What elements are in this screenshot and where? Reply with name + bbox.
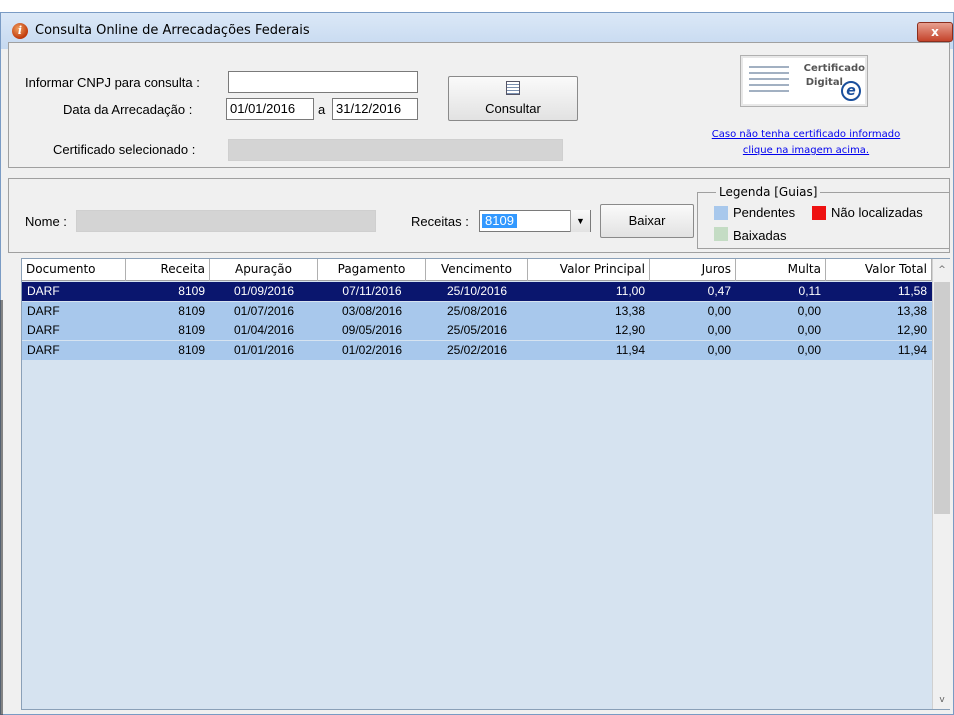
consultar-label: Consultar: [485, 101, 541, 116]
cell-valor-total: 13,38: [896, 303, 927, 318]
col-pagamento[interactable]: Pagamento: [318, 259, 426, 281]
info-icon: i: [12, 23, 28, 39]
col-documento[interactable]: Documento: [22, 259, 126, 281]
close-button[interactable]: x: [917, 22, 953, 42]
a-label: a: [318, 102, 326, 117]
cell-valor-principal: 12,90: [614, 323, 645, 337]
cell-juros: 0,00: [707, 303, 731, 318]
window-left-edge: [0, 300, 3, 715]
cell-juros: 0,47: [707, 284, 731, 298]
link-line2: clique na imagem acima.: [742, 145, 870, 156]
cell-vencimento: 25/10/2016: [446, 284, 508, 298]
link-line1: Caso não tenha certificado informado: [711, 129, 901, 140]
cell-pagamento: 07/11/2016: [342, 284, 402, 298]
cell-apuracao: 01/07/2016: [233, 303, 295, 318]
cell-valor-principal: 11,94: [615, 342, 645, 357]
legend-baixadas: Baixadas: [733, 228, 787, 243]
receitas-value: 8109: [482, 214, 517, 228]
data-fim-input[interactable]: 31/12/2016: [332, 98, 418, 120]
col-valor-total[interactable]: Valor Total: [826, 259, 932, 281]
cell-multa: 0,00: [797, 303, 821, 318]
legend-swatch-pendentes: [714, 206, 728, 220]
col-receita[interactable]: Receita: [126, 259, 210, 281]
col-vencimento[interactable]: Vencimento: [426, 259, 528, 281]
table-row[interactable]: DARF 8109 01/01/2016 01/02/2016 25/02/2016 11…: [22, 340, 932, 360]
receitas-select[interactable]: 8109 ▼: [479, 210, 591, 232]
legend-swatch-baixadas: [714, 227, 728, 241]
cell-pagamento: 01/02/2016: [341, 342, 403, 357]
cell-apuracao: 01/01/2016: [233, 342, 295, 357]
cell-apuracao: 01/04/2016: [233, 323, 295, 337]
cell-receita: 8109: [178, 303, 205, 318]
cell-valor-principal: 11,00: [615, 284, 645, 298]
cell-multa: 0,11: [798, 284, 821, 298]
cell-valor-total: 11,58: [897, 284, 927, 298]
cnpj-label: Informar CNPJ para consulta :: [25, 75, 200, 90]
certificado-label: Certificado selecionado :: [53, 142, 196, 157]
nome-label: Nome :: [25, 214, 67, 229]
cell-juros: 0,00: [707, 342, 731, 357]
col-juros[interactable]: Juros: [650, 259, 736, 281]
receitas-label: Receitas :: [411, 214, 469, 229]
cell-documento: DARF: [27, 342, 60, 357]
cell-valor-total: 11,94: [897, 342, 927, 357]
certificate-line1: Certificado: [803, 63, 865, 74]
cell-vencimento: 25/05/2016: [446, 323, 508, 337]
consultar-button[interactable]: Consultar: [448, 76, 578, 121]
chevron-down-icon[interactable]: ▼: [570, 210, 590, 232]
results-grid: Documento Receita Apuração Pagamento Ven…: [21, 258, 950, 710]
baixar-button[interactable]: Baixar: [600, 204, 694, 238]
cell-documento: DARF: [27, 303, 60, 318]
cell-receita: 8109: [178, 284, 205, 298]
scrollbar-thumb[interactable]: [934, 282, 950, 514]
col-multa[interactable]: Multa: [736, 259, 826, 281]
cell-apuracao: 01/09/2016: [233, 284, 295, 298]
certificate-lines-icon: [749, 66, 789, 96]
certificado-value: [228, 139, 563, 161]
cell-multa: 0,00: [797, 342, 821, 357]
col-valor-principal[interactable]: Valor Principal: [528, 259, 650, 281]
e-logo-icon: e: [841, 81, 861, 101]
legend-swatch-nao-localizadas: [812, 206, 826, 220]
certificado-help-link[interactable]: Caso não tenha certificado informado cli…: [688, 127, 924, 159]
vertical-scrollbar[interactable]: ^ v: [932, 259, 950, 709]
cell-receita: 8109: [178, 342, 205, 357]
cell-pagamento: 09/05/2016: [341, 323, 403, 337]
cell-juros: 0,00: [707, 323, 731, 337]
cnpj-input[interactable]: [228, 71, 418, 93]
nome-select[interactable]: [76, 210, 376, 232]
scroll-up-icon[interactable]: ^: [933, 261, 951, 279]
table-row[interactable]: DARF 8109 01/04/2016 09/05/2016 25/05/2016 12…: [22, 321, 932, 340]
cell-multa: 0,00: [797, 323, 821, 337]
cell-pagamento: 03/08/2016: [341, 303, 403, 318]
search-list-icon: [506, 81, 520, 95]
cell-vencimento: 25/08/2016: [446, 303, 508, 318]
col-apuracao[interactable]: Apuração: [210, 259, 318, 281]
table-row[interactable]: DARF 8109 01/09/2016 07/11/2016 25/10/2016 11…: [22, 282, 932, 301]
cell-receita: 8109: [178, 323, 205, 337]
data-arrecadacao-label: Data da Arrecadação :: [63, 102, 193, 117]
cell-valor-total: 12,90: [896, 323, 927, 337]
cell-valor-principal: 13,38: [614, 303, 645, 318]
cell-documento: DARF: [27, 284, 60, 298]
table-row[interactable]: DARF 8109 01/07/2016 03/08/2016 25/08/2016 13…: [22, 301, 932, 321]
data-inicio-input[interactable]: 01/01/2016: [226, 98, 314, 120]
certificado-digital-image[interactable]: Certificado Digital e: [740, 55, 868, 107]
scroll-down-icon[interactable]: v: [933, 691, 951, 709]
grid-header: Documento Receita Apuração Pagamento Ven…: [22, 259, 932, 281]
cell-documento: DARF: [27, 323, 60, 337]
legend-pendentes: Pendentes: [733, 205, 796, 220]
cell-vencimento: 25/02/2016: [446, 342, 508, 357]
legend-nao-localizadas: Não localizadas: [831, 205, 923, 220]
legend-title: Legenda [Guias]: [716, 185, 821, 199]
window-title: Consulta Online de Arrecadações Federais: [35, 23, 310, 38]
